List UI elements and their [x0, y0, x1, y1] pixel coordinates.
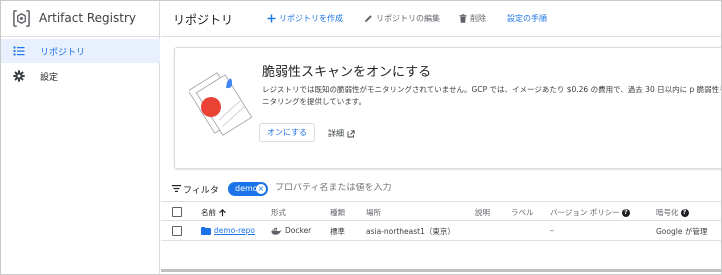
product-title: Artifact Registry [39, 11, 137, 25]
edit-repository-label: リポジトリの編集 [376, 14, 440, 23]
filter-bar: フィルタ demo × [161, 178, 721, 200]
banner-title: 脆弱性スキャンをオンにする [262, 65, 432, 80]
docker-icon [271, 227, 282, 235]
sidebar-item-settings[interactable]: 設定 [1, 64, 160, 88]
horizontal-scrollbar[interactable] [161, 269, 721, 272]
learn-more-label: 詳細 [328, 129, 344, 138]
artifact-registry-logo-icon [13, 10, 30, 27]
folder-icon [201, 226, 211, 235]
repository-encryption: Google が管理 [656, 227, 708, 236]
sidebar-item-label: リポジトリ [40, 48, 86, 58]
setup-instructions-button[interactable]: 設定の手順 [507, 13, 547, 24]
page-title: リポジトリ [173, 13, 234, 27]
pencil-icon [365, 15, 372, 22]
column-header-format[interactable]: 形式 [271, 207, 286, 218]
learn-more-link[interactable]: 詳細 [328, 128, 355, 139]
table-row: demo-repo Docker 標準 asia-northeast1（東京） … [161, 221, 721, 241]
trash-icon [459, 14, 467, 23]
column-header-labels[interactable]: ラベル [511, 207, 534, 218]
repository-name: demo-repo [214, 226, 255, 235]
scanning-illustration-icon [189, 72, 253, 136]
filter-chip-demo[interactable]: demo × [228, 182, 268, 196]
repository-version-policy: – [550, 226, 554, 235]
product-header: Artifact Registry [1, 1, 160, 37]
edit-repository-button[interactable]: リポジトリの編集 [364, 13, 440, 24]
help-icon[interactable]: ? [680, 208, 689, 217]
setup-instructions-label: 設定の手順 [507, 14, 547, 23]
repository-format: Docker [271, 226, 311, 235]
column-header-location[interactable]: 場所 [366, 207, 381, 218]
filter-label: フィルタ [183, 186, 219, 196]
create-repository-label: リポジトリを作成 [279, 14, 343, 23]
create-repository-button[interactable]: リポジトリを作成 [267, 13, 343, 24]
filter-icon [172, 185, 181, 192]
column-header-label: バージョン ポリシー [550, 208, 620, 217]
repository-type: 標準 [330, 227, 345, 236]
column-header-name[interactable]: 名前 [201, 207, 227, 218]
select-all-checkbox[interactable] [172, 207, 182, 217]
column-header-label: 名前 [201, 208, 216, 217]
sort-ascending-icon [219, 209, 226, 217]
page-header: リポジトリ リポジトリを作成 リポジトリの編集 削除 設定の手順 [161, 1, 721, 37]
column-header-type[interactable]: 種類 [330, 207, 345, 218]
list-icon [13, 46, 25, 56]
app-window: Artifact Registry リポジトリ 設定 リポジトリ リポジトリを作… [0, 0, 722, 275]
row-checkbox[interactable] [172, 226, 182, 236]
repository-link[interactable]: demo-repo [201, 226, 255, 235]
column-header-version-policy[interactable]: バージョン ポリシー ? [550, 207, 630, 218]
filter-chip-label: demo [235, 184, 258, 193]
banner-description: レジストリでは既知の脆弱性がモニタリングされていません。GCP では、イメージあ… [262, 85, 722, 106]
sidebar: Artifact Registry リポジトリ 設定 [1, 1, 160, 274]
plus-icon [267, 14, 276, 23]
remove-filter-icon[interactable]: × [256, 184, 266, 194]
column-header-encryption[interactable]: 暗号化 ? [656, 207, 689, 218]
delete-button[interactable]: 削除 [459, 13, 486, 24]
help-icon[interactable]: ? [621, 208, 630, 217]
format-label: Docker [285, 226, 312, 235]
delete-label: 削除 [470, 14, 486, 23]
filter-input[interactable] [275, 183, 455, 193]
external-link-icon [347, 129, 355, 137]
table-header: 名前 形式 種類 場所 説明 ラベル バージョン ポリシー ? 暗号化 ? [161, 201, 721, 221]
column-header-description[interactable]: 説明 [475, 207, 490, 218]
repository-location: asia-northeast1（東京） [366, 227, 455, 236]
column-header-label: 暗号化 [656, 208, 679, 217]
turn-on-scanning-button[interactable]: オンにする [259, 123, 315, 142]
vulnerability-scanning-banner: 脆弱性スキャンをオンにする レジストリでは既知の脆弱性がモニタリングされていませ… [174, 47, 722, 169]
gear-icon [13, 70, 25, 82]
sidebar-item-repositories[interactable]: リポジトリ [1, 39, 160, 63]
sidebar-item-label: 設定 [40, 73, 59, 83]
